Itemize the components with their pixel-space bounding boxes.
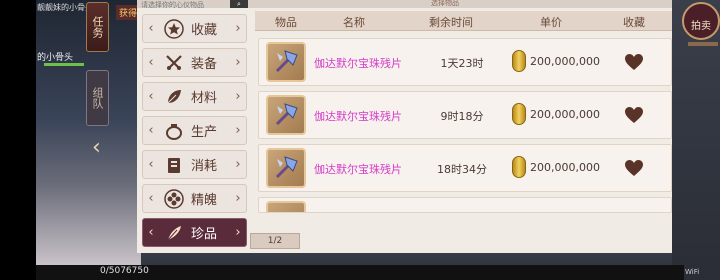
heart-icon[interactable] bbox=[624, 106, 644, 124]
item-name: 伽达默尔宝珠残片 bbox=[314, 163, 402, 176]
feather-icon bbox=[163, 222, 185, 244]
task-tab[interactable]: 任务 bbox=[86, 2, 109, 52]
search-button[interactable]: ⌕ bbox=[230, 0, 248, 8]
header-time: 剩余时间 bbox=[429, 16, 473, 29]
category-label: 生产 bbox=[191, 125, 218, 140]
chevron-left-icon[interactable]: ‹ bbox=[143, 21, 159, 36]
chevron-right-icon[interactable]: › bbox=[230, 225, 246, 240]
chevron-right-icon[interactable]: › bbox=[230, 55, 246, 70]
remaining-time: 18时34分 bbox=[437, 163, 487, 176]
item-name: 伽达默尔宝珠残片 bbox=[314, 57, 402, 70]
search-input[interactable]: 请选择你的心仪物品 bbox=[141, 0, 229, 8]
sell-button-label: 拍卖 bbox=[691, 21, 711, 32]
chevron-right-icon[interactable]: › bbox=[230, 191, 246, 206]
item-name: 伽达默尔宝珠残片 bbox=[314, 110, 402, 123]
table-row[interactable]: 伽达默尔宝珠残片 18时34分 200,000,000 bbox=[258, 144, 672, 192]
chevron-right-icon[interactable]: › bbox=[230, 157, 246, 172]
chevron-left-icon[interactable]: ‹ bbox=[143, 55, 159, 70]
category-label: 装备 bbox=[191, 57, 218, 72]
item-icon bbox=[266, 201, 306, 212]
header-favorite: 收藏 bbox=[623, 16, 645, 29]
unit-price: 200,000,000 bbox=[530, 161, 600, 174]
coin-icon bbox=[512, 103, 526, 125]
category-4[interactable]: ‹ 消耗 › bbox=[142, 150, 247, 179]
table-header: 物品 名称 剩余时间 单价 收藏 bbox=[255, 11, 672, 31]
sell-button[interactable]: 拍卖 bbox=[682, 2, 720, 40]
page-indicator: 1/2 bbox=[250, 233, 300, 249]
coin-icon bbox=[512, 156, 526, 178]
category-5[interactable]: ‹ 精魄 › bbox=[142, 184, 247, 213]
category-6[interactable]: ‹ 珍品 › bbox=[142, 218, 247, 247]
chevron-left-icon[interactable]: ‹ bbox=[143, 157, 159, 172]
table-row-partial[interactable] bbox=[258, 197, 672, 213]
heart-icon[interactable] bbox=[624, 53, 644, 71]
category-0[interactable]: ‹ 收藏 › bbox=[142, 14, 247, 43]
item-icon bbox=[266, 95, 306, 135]
crossed-swords-icon bbox=[163, 52, 185, 74]
sell-button-base bbox=[688, 42, 718, 46]
collapse-chevron-icon[interactable]: ‹ bbox=[92, 135, 101, 160]
category-label: 消耗 bbox=[191, 159, 218, 174]
unit-price: 200,000,000 bbox=[530, 108, 600, 121]
header-item: 物品 bbox=[275, 16, 297, 29]
chevron-right-icon[interactable]: › bbox=[230, 89, 246, 104]
chevron-right-icon[interactable]: › bbox=[230, 21, 246, 36]
category-label: 收藏 bbox=[191, 23, 218, 38]
leaf-icon bbox=[163, 86, 185, 108]
unit-price: 200,000,000 bbox=[530, 55, 600, 68]
flower-icon bbox=[163, 188, 185, 210]
character-hp-bar bbox=[44, 63, 84, 66]
header-name: 名称 bbox=[343, 16, 365, 29]
header-price: 单价 bbox=[540, 16, 562, 29]
heart-icon[interactable] bbox=[624, 159, 644, 177]
select-items-tab[interactable]: 选择物品 bbox=[395, 0, 495, 7]
category-label: 材料 bbox=[191, 91, 218, 106]
chevron-right-icon[interactable]: › bbox=[230, 123, 246, 138]
exp-text: 0/5076750 bbox=[100, 266, 149, 276]
category-2[interactable]: ‹ 材料 › bbox=[142, 82, 247, 111]
table-row[interactable]: 伽达默尔宝珠残片 1天23时 200,000,000 bbox=[258, 38, 672, 86]
chevron-left-icon[interactable]: ‹ bbox=[143, 89, 159, 104]
chevron-left-icon[interactable]: ‹ bbox=[143, 225, 159, 240]
item-icon bbox=[266, 42, 306, 82]
category-3[interactable]: ‹ 生产 › bbox=[142, 116, 247, 145]
team-tab-label: 组队 bbox=[91, 87, 104, 109]
remaining-time: 9时18分 bbox=[440, 110, 484, 123]
category-label: 精魄 bbox=[191, 193, 218, 208]
left-black-bar bbox=[0, 0, 36, 280]
category-1[interactable]: ‹ 装备 › bbox=[142, 48, 247, 77]
wifi-indicator: WiFi bbox=[685, 268, 700, 276]
pot-icon bbox=[163, 120, 185, 142]
team-tab[interactable]: 组队 bbox=[86, 70, 109, 126]
category-label: 珍品 bbox=[191, 227, 218, 242]
book-icon bbox=[163, 154, 185, 176]
coin-icon bbox=[512, 50, 526, 72]
character-name: 的小骨头 bbox=[37, 53, 74, 63]
remaining-time: 1天23时 bbox=[440, 57, 484, 70]
star-icon bbox=[163, 18, 185, 40]
table-row[interactable]: 伽达默尔宝珠残片 9时18分 200,000,000 bbox=[258, 91, 672, 139]
npc-label: 靓靓妹的小骨头 bbox=[37, 3, 93, 12]
item-icon bbox=[266, 148, 306, 188]
task-tab-label: 任务 bbox=[91, 16, 104, 38]
chevron-left-icon[interactable]: ‹ bbox=[143, 191, 159, 206]
chevron-left-icon[interactable]: ‹ bbox=[143, 123, 159, 138]
